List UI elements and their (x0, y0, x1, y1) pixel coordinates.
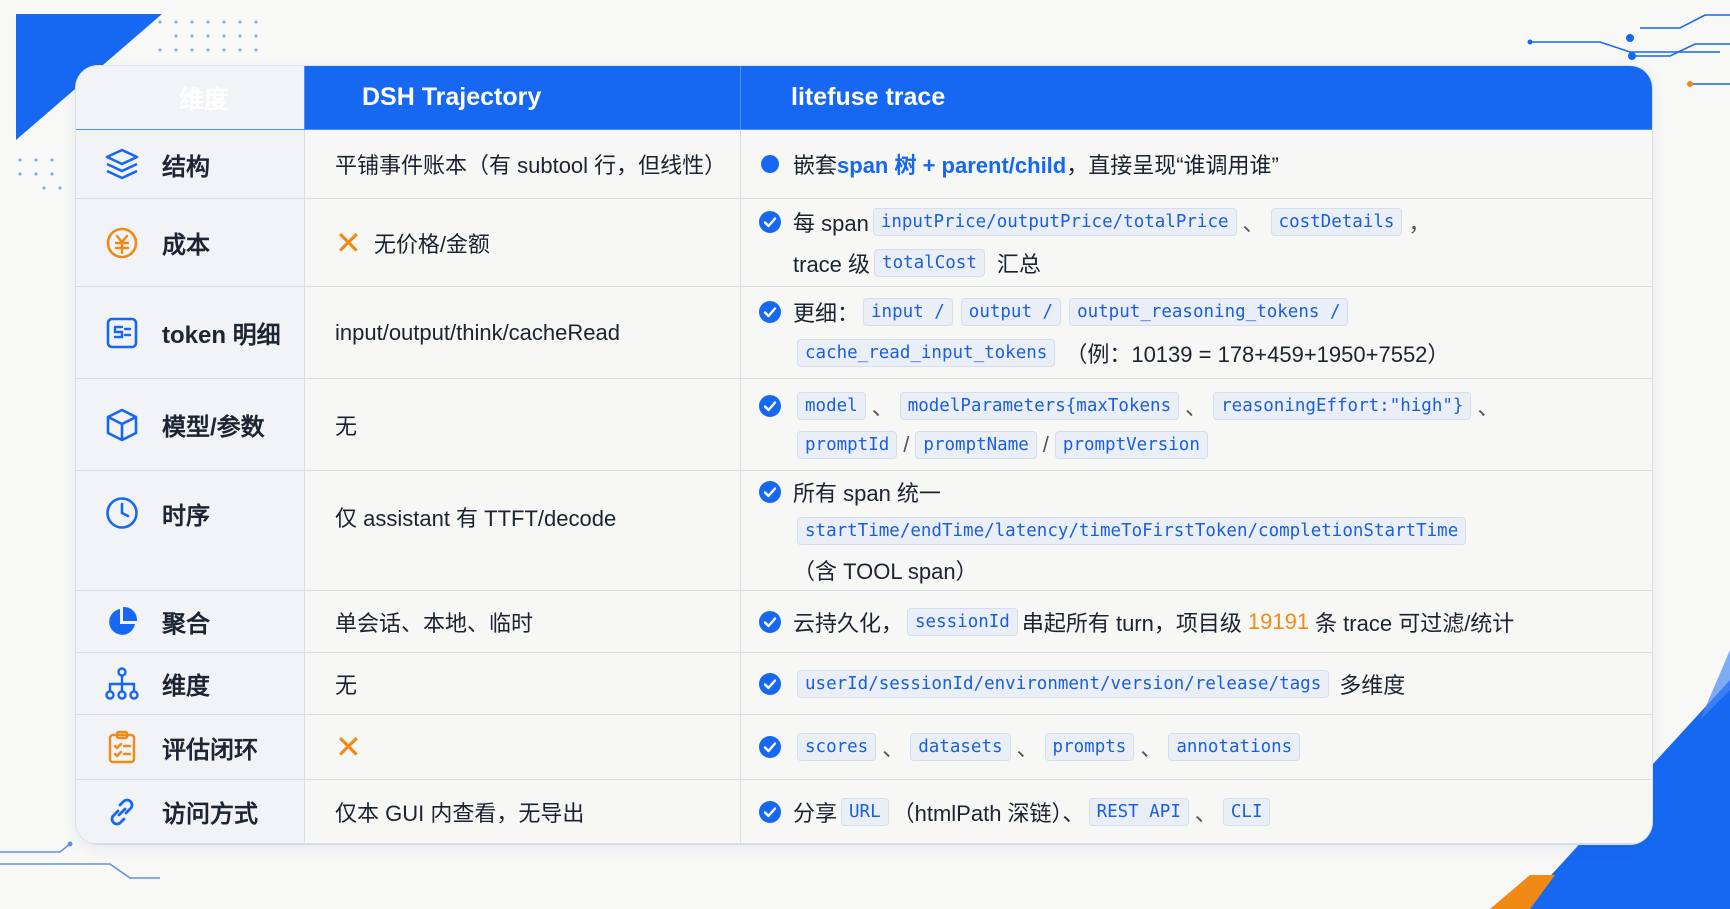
row-evaluation-dsh: ✕ (305, 715, 741, 780)
code-chip: annotations (1168, 733, 1301, 761)
row-timing-dimension: 时序 (76, 471, 305, 591)
trace-count: 19191 (1247, 608, 1310, 634)
dimension-label: token 明细 (162, 322, 281, 349)
row-aggregation-dimension: 聚合 (76, 591, 305, 653)
highlight-text: span 树 + parent/child (837, 153, 1067, 178)
dimension-label: 维度 (162, 673, 210, 700)
check-circle-icon (759, 480, 781, 503)
comparison-table: 维度 DSH Trajectory litefuse trace 结构 平铺事件… (76, 66, 1652, 844)
dimension-label: 访问方式 (162, 801, 258, 828)
code-chip: inputPrice/outputPrice/totalPrice (872, 208, 1237, 236)
dimension-label: 模型/参数 (162, 414, 265, 441)
row-dimensions-dimension: 维度 (76, 653, 305, 715)
row-cost-litefuse: 每 span inputPrice/outputPrice/totalPrice… (741, 199, 1652, 287)
code-chip: CLI (1222, 797, 1271, 826)
code-chip: promptVersion (1054, 431, 1208, 459)
row-structure-litefuse: 嵌套 span 树 + parent/child ，直接呈现“谁调用谁” (741, 130, 1652, 199)
code-chip: scores (797, 733, 877, 761)
code-chip: prompts (1044, 733, 1135, 761)
dimension-label: 时序 (162, 502, 210, 530)
row-model-dsh: 无 (305, 379, 741, 471)
code-chip: URL (841, 797, 889, 826)
code-chip: costDetails (1270, 208, 1403, 236)
row-aggregation-litefuse: 云持久化， sessionId 串起所有 turn，项目级 19191 条 tr… (741, 591, 1652, 653)
code-chip: promptId (797, 431, 898, 459)
cross-mark-icon: ✕ (335, 729, 362, 765)
layers-icon (105, 148, 139, 180)
row-evaluation-dimension: 评估闭环 (76, 715, 305, 780)
code-chip: startTime/endTime/latency/timeToFirstTok… (797, 516, 1467, 545)
code-chip: output / (960, 298, 1062, 326)
check-circle-icon (759, 610, 781, 633)
code-chip: promptName (915, 431, 1037, 459)
clock-icon (106, 497, 138, 529)
row-cost-dimension: 成本 (76, 199, 305, 287)
row-cost-dsh: ✕ 无价格/金额 (305, 199, 741, 287)
header-litefuse-trace: litefuse trace (741, 66, 1652, 130)
code-chip: sessionId (907, 607, 1018, 636)
row-dimensions-litefuse: userId/sessionId/environment/version/rel… (741, 653, 1652, 715)
check-circle-icon (759, 211, 781, 233)
dimension-label: 评估闭环 (162, 736, 258, 764)
cross-mark-icon: ✕ (335, 224, 362, 261)
code-chip: model (797, 392, 866, 420)
code-chip: modelParameters{maxTokens (899, 392, 1180, 420)
check-circle-icon (759, 800, 781, 823)
code-chip: totalCost (874, 249, 985, 277)
code-chip: reasoningEffort:"high"} (1213, 392, 1472, 420)
row-dimensions-dsh: 无 (305, 653, 741, 715)
row-token-litefuse: 更细： input / output / output_reasoning_to… (741, 287, 1652, 379)
pie-chart-icon (109, 606, 138, 635)
row-model-litefuse: model 、 modelParameters{maxTokens 、 reas… (741, 379, 1652, 471)
token-chip-icon (106, 317, 138, 348)
row-access-dimension: 访问方式 (76, 780, 305, 844)
check-circle-icon (759, 301, 781, 323)
dimension-label: 成本 (162, 232, 210, 259)
code-chip: datasets (910, 733, 1011, 761)
dimension-label: 结构 (162, 153, 210, 181)
row-token-dimension: token 明细 (76, 287, 305, 379)
header-dimension: 维度 (76, 66, 305, 130)
code-chip: output_reasoning_tokens / (1069, 298, 1349, 326)
link-icon (110, 798, 134, 825)
code-chip: REST API (1088, 797, 1189, 826)
code-chip: userId/sessionId/environment/version/rel… (797, 669, 1330, 698)
check-circle-icon (759, 672, 781, 695)
cost-coin-icon (106, 227, 138, 258)
clipboard-check-icon (108, 730, 136, 764)
row-access-litefuse: 分享 URL （htmlPath 深链）、 REST API 、 CLI (741, 780, 1652, 844)
code-chip: cache_read_input_tokens (797, 339, 1056, 367)
bullet-dot-icon (761, 155, 779, 173)
code-chip: input / (863, 298, 953, 326)
hierarchy-icon (105, 666, 139, 700)
check-circle-icon (759, 395, 781, 417)
check-circle-icon (759, 736, 781, 758)
row-timing-litefuse: 所有 span 统一 startTime/endTime/latency/tim… (741, 471, 1652, 591)
row-aggregation-dsh: 单会话、本地、临时 (305, 591, 741, 653)
row-structure-dimension: 结构 (76, 130, 305, 199)
row-access-dsh: 仅本 GUI 内查看，无导出 (305, 780, 741, 844)
row-token-dsh: input/output/think/cacheRead (305, 287, 741, 379)
row-structure-dsh: 平铺事件账本（有 subtool 行，但线性） (305, 130, 741, 199)
cube-icon (106, 408, 138, 441)
row-timing-dsh: 仅 assistant 有 TTFT/decode (305, 471, 741, 591)
header-dsh-trajectory: DSH Trajectory (305, 66, 741, 130)
row-model-dimension: 模型/参数 (76, 379, 305, 471)
dimension-label: 聚合 (162, 611, 210, 638)
row-evaluation-litefuse: scores 、 datasets 、 prompts 、 annotation… (741, 715, 1652, 780)
